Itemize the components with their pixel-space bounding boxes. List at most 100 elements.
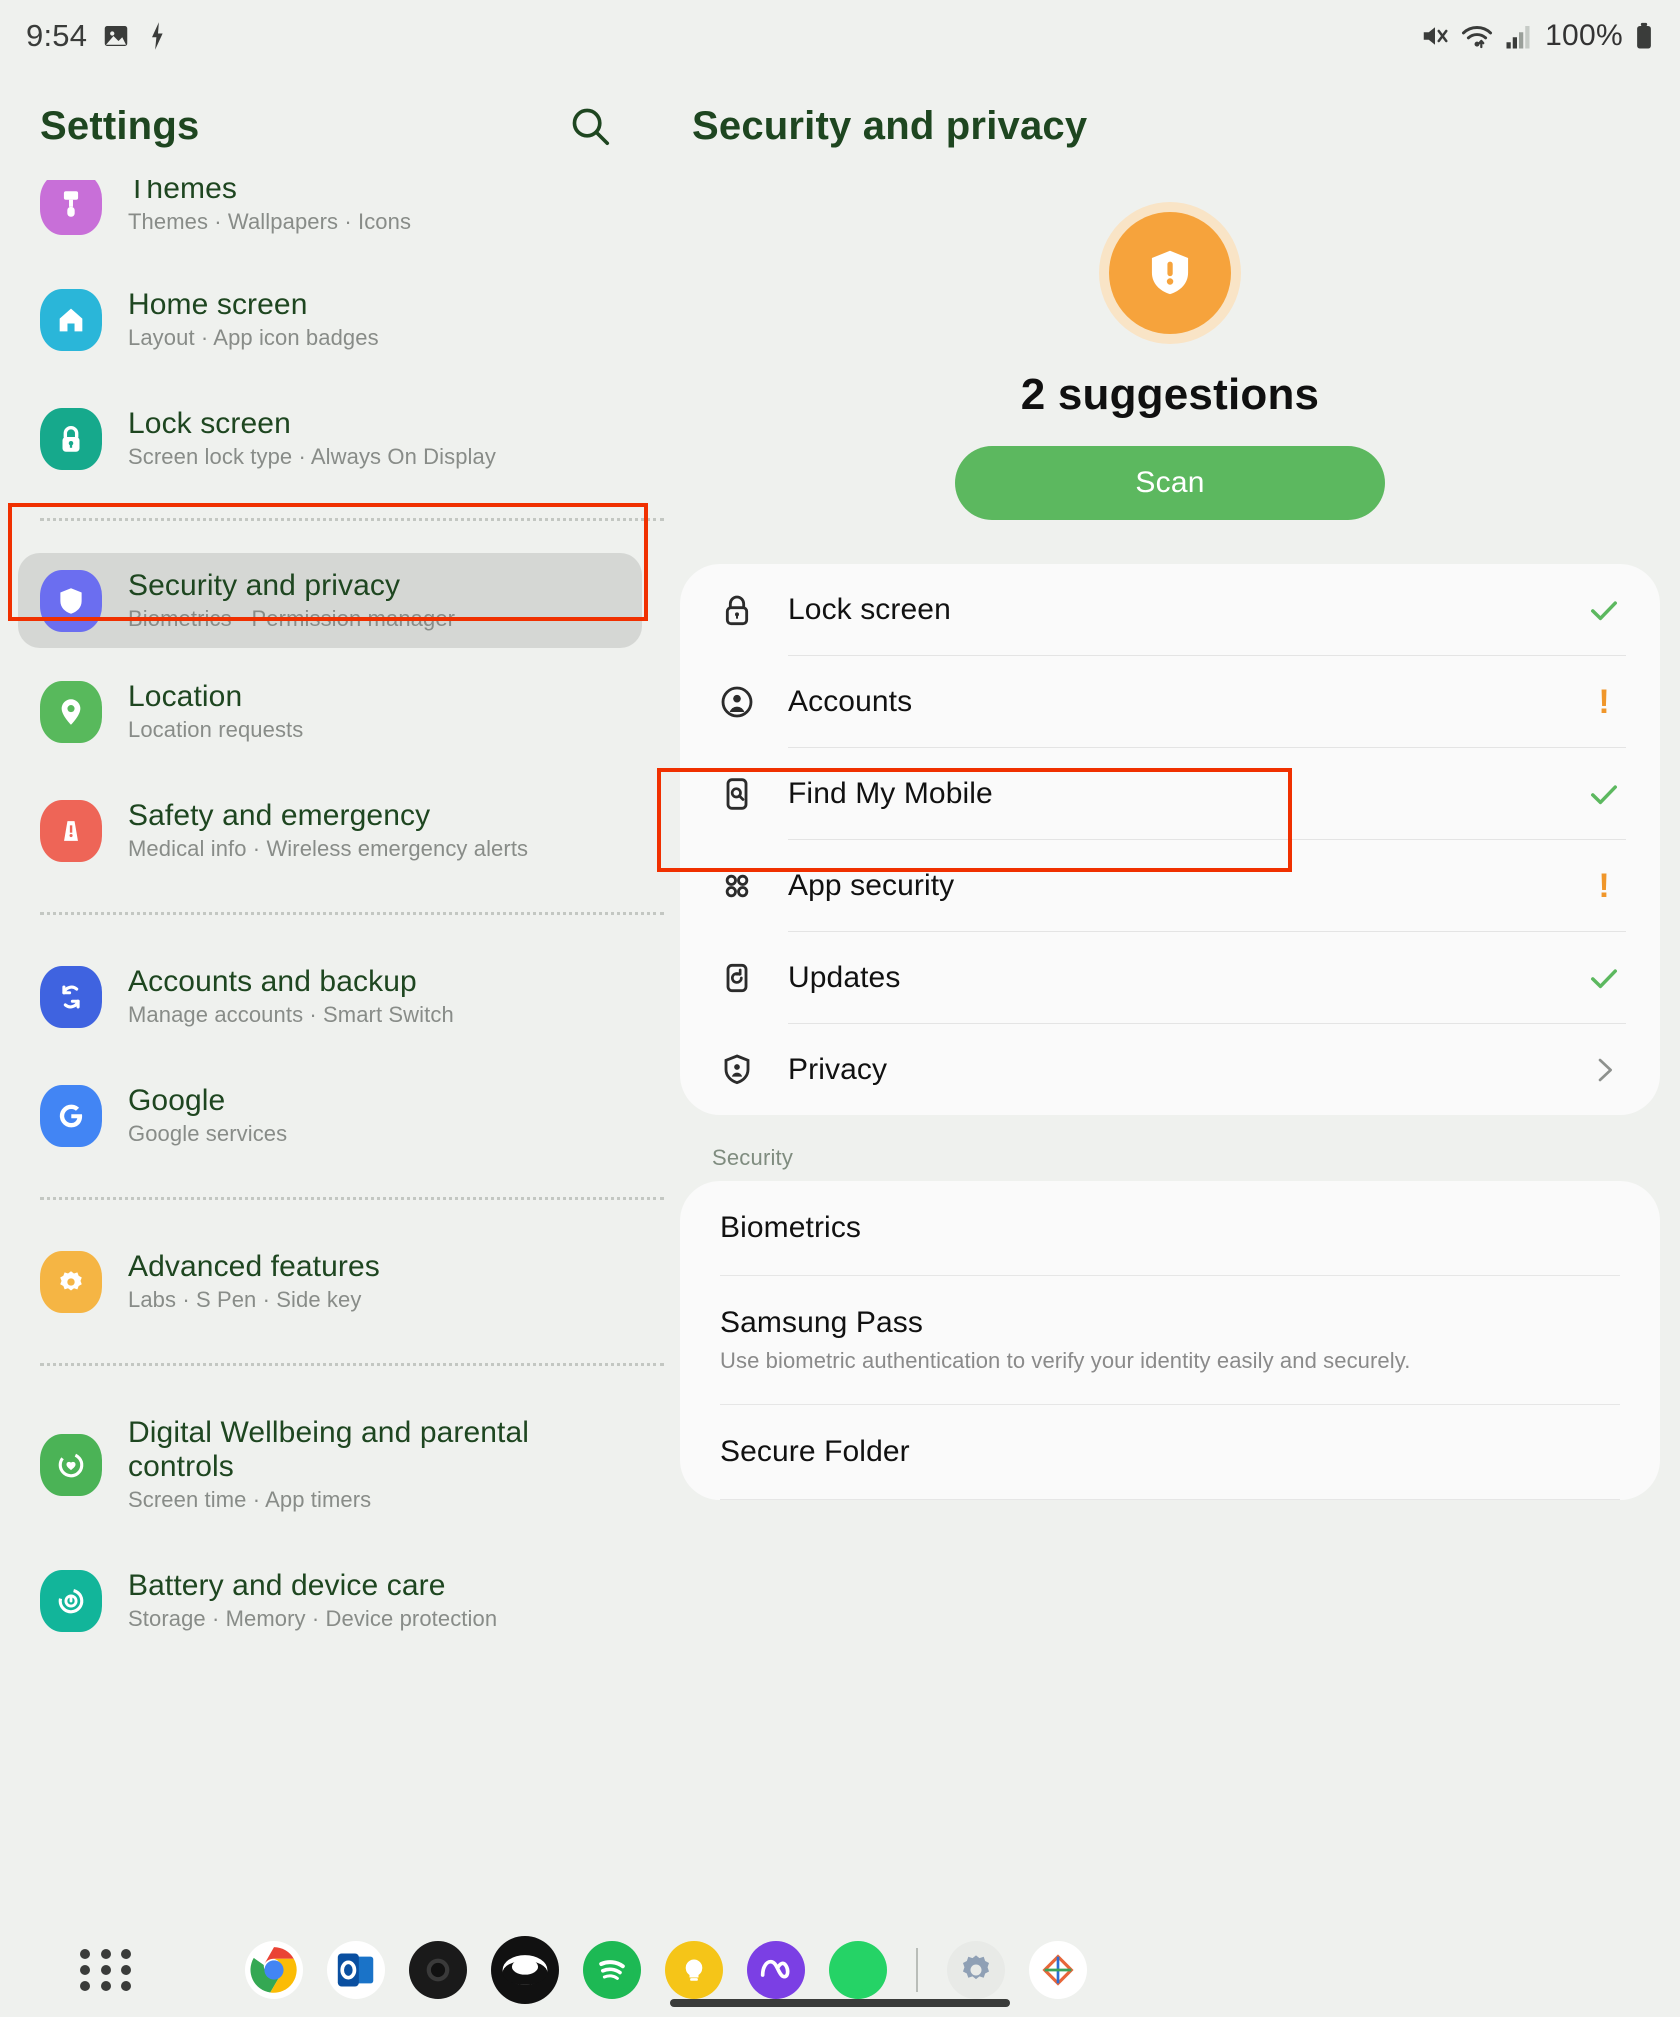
image-icon: [101, 21, 131, 51]
dock-divider: [916, 1947, 918, 1992]
security-item-subtitle: Use biometric authentication to verify y…: [720, 1348, 1411, 1373]
settings-item-lock-screen[interactable]: Lock screen Screen lock type · Always On…: [18, 391, 642, 486]
status-row-lock-screen[interactable]: Lock screen: [714, 564, 1626, 655]
status-row-label: App security: [788, 868, 955, 902]
status-row-label: Privacy: [788, 1052, 888, 1086]
status-row-accounts[interactable]: Accounts !: [714, 656, 1626, 747]
gear-flower-icon: [40, 1250, 102, 1313]
settings-item-security-and-privacy[interactable]: Security and privacy Biometrics · Permis…: [18, 553, 642, 648]
settings-item-subtitle: Screen time · App timers: [128, 1487, 372, 1512]
settings-list: Themes Themes · Wallpapers · Icons Home …: [0, 180, 664, 1648]
spotify-icon[interactable]: [583, 1940, 641, 1999]
settings-item-title: Google: [128, 1084, 226, 1117]
mute-icon: [1420, 21, 1450, 51]
settings-item-subtitle: Labs · S Pen · Side key: [128, 1287, 362, 1312]
gallery-icon[interactable]: [1029, 1940, 1087, 1999]
updates-icon: [714, 958, 760, 998]
wellbeing-icon: [40, 1433, 102, 1496]
settings-item-title: Home screen: [128, 288, 308, 321]
exclamation-icon: !: [1598, 682, 1610, 721]
settings-item-digital-wellbeing[interactable]: Digital Wellbeing and parental controls …: [18, 1400, 642, 1529]
detail-title: Security and privacy: [692, 103, 1088, 148]
security-section-card: Biometrics Samsung Pass Use biometric au…: [680, 1181, 1660, 1500]
google-icon: [40, 1084, 102, 1147]
settings-item-subtitle: Medical info · Wireless emergency alerts: [128, 836, 529, 861]
navigation-handle[interactable]: [670, 1999, 1010, 2007]
settings-item-title: Battery and device care: [128, 1569, 446, 1602]
divider: [40, 1363, 664, 1366]
suggestions-count: 2 suggestions: [1020, 370, 1320, 419]
settings-item-subtitle: Storage · Memory · Device protection: [128, 1606, 498, 1631]
settings-item-themes-clip: Themes Themes · Wallpapers · Icons: [18, 180, 642, 266]
section-header-security: Security: [712, 1145, 794, 1170]
samsung-internet-icon[interactable]: [491, 1935, 559, 2004]
wifi-icon: [1461, 21, 1493, 51]
outlook-icon[interactable]: [327, 1940, 385, 1999]
security-item-biometrics[interactable]: Biometrics: [720, 1181, 1620, 1275]
settings-item-subtitle: Biometrics · Permission manager: [128, 606, 456, 631]
status-row-label: Updates: [788, 960, 901, 994]
lock-icon: [714, 590, 760, 630]
settings-item-safety-and-emergency[interactable]: Safety and emergency Medical info · Wire…: [18, 783, 642, 878]
security-item-title: Biometrics: [720, 1211, 862, 1244]
settings-item-advanced-features[interactable]: Advanced features Labs · S Pen · Side ke…: [18, 1234, 642, 1329]
settings-item-accounts-and-backup[interactable]: Accounts and backup Manage accounts · Sm…: [18, 949, 642, 1044]
status-bar: 9:54 100%: [0, 0, 1680, 72]
bixby-icon[interactable]: [665, 1940, 723, 1999]
themes-icon: [40, 180, 102, 235]
settings-item-location[interactable]: Location Location requests: [18, 664, 642, 759]
settings-item-title: Lock screen: [128, 407, 291, 440]
clock: 9:54: [26, 18, 88, 53]
status-bar-left: 9:54: [26, 18, 169, 54]
security-item-samsung-pass[interactable]: Samsung Pass Use biometric authenticatio…: [720, 1276, 1620, 1404]
emergency-icon: [40, 799, 102, 862]
settings-item-title: Safety and emergency: [128, 799, 431, 832]
status-row-label: Accounts: [788, 684, 913, 718]
settings-item-title: Digital Wellbeing and parental controls: [128, 1416, 530, 1483]
status-row-updates[interactable]: Updates: [714, 932, 1626, 1023]
meta-ai-icon[interactable]: [747, 1940, 805, 1999]
chevron-right-icon: [1582, 1054, 1626, 1086]
whatsapp-icon[interactable]: [829, 1940, 887, 1999]
settings-item-subtitle: Manage accounts · Smart Switch: [128, 1002, 454, 1027]
location-pin-icon: [40, 680, 102, 743]
privacy-icon: [714, 1050, 760, 1090]
app-drawer-icon[interactable]: [80, 1942, 136, 1998]
chrome-icon[interactable]: [245, 1940, 303, 1999]
settings-item-home-screen[interactable]: Home screen Layout · App icon badges: [18, 272, 642, 367]
home-icon: [40, 288, 102, 351]
check-icon: [1582, 960, 1626, 996]
search-icon[interactable]: [562, 98, 618, 154]
suggestions-summary: 2 suggestions Scan: [660, 202, 1680, 520]
scan-button[interactable]: Scan: [955, 446, 1385, 520]
settings-header: Settings: [0, 72, 660, 180]
dock: [0, 1922, 1680, 2017]
status-bar-right: 100%: [1420, 19, 1654, 53]
lightning-bolt-icon: [145, 21, 169, 51]
shield-icon: [40, 569, 102, 632]
settings-item-battery-and-device-care[interactable]: Battery and device care Storage · Memory…: [18, 1553, 642, 1648]
security-item-title: Secure Folder: [720, 1435, 910, 1468]
settings-item-google[interactable]: Google Google services: [18, 1068, 642, 1163]
settings-pane: Settings Themes Themes · Wallpapers · Ic…: [0, 72, 664, 1922]
status-row-app-security[interactable]: App security !: [714, 840, 1626, 931]
security-item-secure-folder[interactable]: Secure Folder: [720, 1405, 1620, 1499]
device-care-icon: [40, 1569, 102, 1632]
screen: 9:54 100% Settings Themes Themes · Wallp…: [0, 0, 1680, 2017]
settings-item-themes[interactable]: Themes Themes · Wallpapers · Icons: [18, 180, 642, 251]
settings-item-subtitle: Google services: [128, 1121, 288, 1146]
security-status-card: Lock screen Accounts ! Find My Mobile Ap…: [680, 564, 1660, 1115]
find-my-mobile-icon: [714, 774, 760, 814]
settings-item-title: Advanced features: [128, 1250, 380, 1283]
divider: [40, 1197, 664, 1200]
signal-icon: [1504, 21, 1534, 51]
detail-pane: Security and privacy 2 suggestions Scan: [660, 72, 1680, 1922]
account-icon: [714, 682, 760, 722]
settings-item-title: Security and privacy: [128, 569, 401, 602]
status-row-find-my-mobile[interactable]: Find My Mobile: [714, 748, 1626, 839]
camera-icon[interactable]: [409, 1940, 467, 1999]
shield-alert-icon: [1099, 202, 1241, 344]
status-row-privacy[interactable]: Privacy: [714, 1024, 1626, 1115]
settings-icon[interactable]: [947, 1940, 1005, 1999]
dock-apps: [236, 1935, 1096, 2004]
